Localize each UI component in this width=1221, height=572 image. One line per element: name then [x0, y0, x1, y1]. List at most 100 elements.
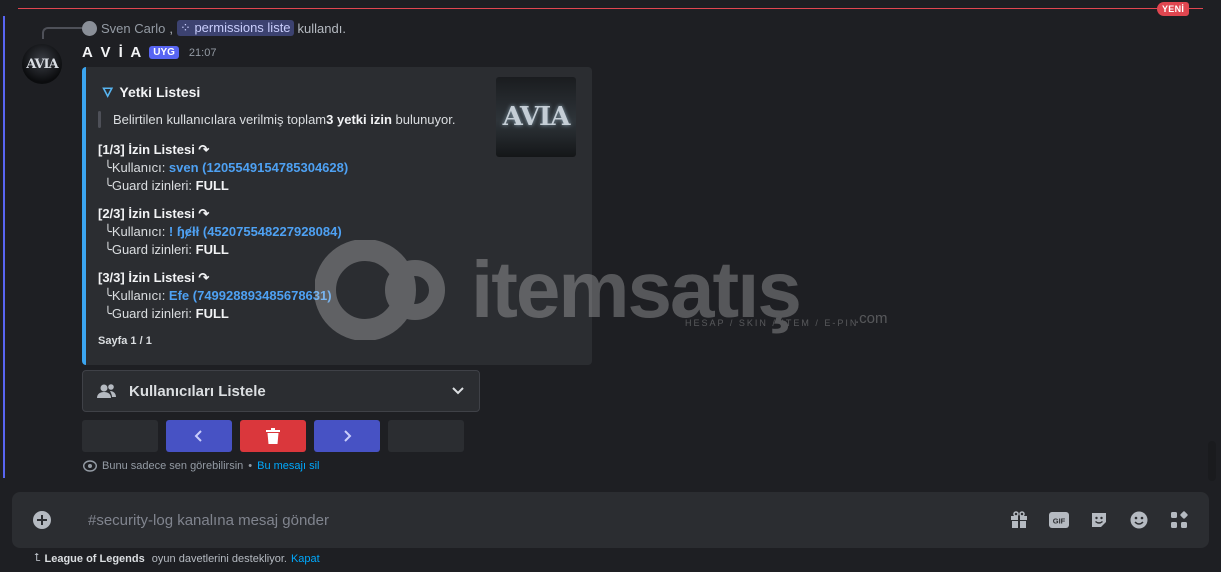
reply-avatar[interactable] — [82, 20, 97, 36]
previous-page-button[interactable] — [166, 420, 232, 452]
embed-title: 🜄 Yetki Listesi — [102, 79, 200, 105]
user-mention[interactable]: ! ɧɇłł (452075548227928084) — [169, 224, 342, 239]
branch-icon: ╰ — [104, 288, 112, 303]
dismiss-message-link[interactable]: Bu mesajı sil — [257, 460, 319, 472]
message-header: A V İ A UYG 21:07 — [82, 44, 216, 61]
emoji-button[interactable] — [1119, 511, 1159, 529]
app-tag: UYG — [149, 46, 179, 59]
author-avatar[interactable]: AVIA — [22, 44, 62, 84]
avatar-logo: AVIA — [26, 56, 58, 72]
guard-label: Guard izinleri: — [111, 242, 196, 257]
command-icon: ⁘ — [179, 20, 195, 35]
watermark-domain: .com — [855, 310, 888, 327]
message-input[interactable]: #security-log kanalına mesaj gönder — [88, 512, 999, 529]
entry-user-line: ╰Kullanıcı: sven (1205549154785304628) — [98, 159, 348, 177]
user-mention[interactable]: Efe (749928893485678631) — [169, 288, 332, 303]
apps-icon — [1171, 511, 1188, 528]
guard-label: Guard izinleri: — [111, 178, 196, 193]
branch-icon: ╰ — [104, 160, 112, 175]
reply-username[interactable]: Sven Carlo — [101, 21, 165, 36]
author-name[interactable]: A V İ A — [82, 44, 143, 61]
gift-icon — [1011, 511, 1027, 528]
reply-suffix: kullandı. — [297, 20, 346, 36]
permission-entry: [1/3] İzin Listesi ↷ ╰Kullanıcı: sven (1… — [98, 141, 348, 195]
permission-entry: [3/3] İzin Listesi ↷ ╰Kullanıcı: Efe (74… — [98, 269, 332, 323]
user-mention[interactable]: sven (1205549154785304628) — [169, 160, 348, 175]
thumbnail-logo: AVIA — [502, 102, 571, 132]
apps-button[interactable] — [1159, 511, 1199, 529]
activity-text: oyun davetlerini destekliyor. — [148, 552, 287, 565]
entry-guard-line: ╰Guard izinleri: FULL — [98, 305, 332, 323]
command-name: permissions liste — [194, 20, 291, 35]
guard-label: Guard izinleri: — [111, 306, 196, 321]
blockquote-bar — [98, 111, 101, 128]
reply-comma: , — [169, 20, 173, 36]
ephemeral-text: Bunu sadece sen görebilirsin — [102, 460, 244, 472]
watermark-subtitle: HESAP / SKIN / ITEM / E-PIN — [685, 318, 859, 328]
branch-icon: ╰ — [104, 224, 112, 239]
permission-entry: [2/3] İzin Listesi ↷ ╰Kullanıcı: ! ɧɇłł … — [98, 205, 342, 259]
delete-button[interactable] — [240, 420, 306, 452]
user-label: Kullanıcı: — [111, 160, 169, 175]
entry-user-line: ╰Kullanıcı: Efe (749928893485678631) — [98, 287, 332, 305]
ephemeral-notice: Bunu sadece sen görebilirsin • Bu mesajı… — [83, 460, 319, 472]
svg-text:GIF: GIF — [1053, 517, 1066, 526]
branch-icon: ╰ — [104, 178, 112, 193]
activity-invite-notice: ⮤ League of Legends oyun davetlerini des… — [34, 552, 320, 565]
next-page-button[interactable] — [314, 420, 380, 452]
entry-heading: [3/3] İzin Listesi ↷ — [98, 270, 210, 285]
branch-icon: ╰ — [104, 306, 112, 321]
entry-heading: [2/3] İzin Listesi ↷ — [98, 206, 210, 221]
smiley-icon — [1130, 511, 1148, 529]
droplets-icon: 🜄 — [102, 85, 114, 100]
guard-value: FULL — [195, 242, 229, 257]
plus-circle-icon — [33, 511, 51, 529]
eye-icon — [83, 460, 97, 472]
sticker-button[interactable] — [1079, 511, 1119, 529]
chevron-right-icon — [344, 430, 352, 442]
embed: 🜄 Yetki Listesi AVIA Belirtilen kullanıc… — [82, 67, 592, 365]
blank-button-right[interactable] — [388, 420, 464, 452]
reply-spine — [42, 27, 82, 39]
message-composer[interactable]: #security-log kanalına mesaj gönder GIF — [12, 492, 1209, 548]
gift-button[interactable] — [999, 511, 1039, 529]
command-context[interactable]: Sven Carlo, ⁘ permissions liste kullandı… — [82, 20, 346, 36]
chevron-down-icon — [452, 387, 464, 395]
slash-command-pill[interactable]: ⁘ permissions liste — [176, 20, 294, 36]
user-label: Kullanıcı: — [111, 224, 169, 239]
user-label: Kullanıcı: — [111, 288, 169, 303]
guard-value: FULL — [195, 306, 229, 321]
close-notice-link[interactable]: Kapat — [291, 553, 320, 565]
message-timestamp[interactable]: 21:07 — [189, 47, 217, 59]
entry-heading: [1/3] İzin Listesi ↷ — [98, 142, 210, 157]
ephemeral-separator: • — [248, 460, 253, 472]
entry-user-line: ╰Kullanıcı: ! ɧɇłł (452075548227928084) — [98, 223, 342, 241]
gif-button[interactable]: GIF — [1039, 512, 1079, 528]
gif-icon: GIF — [1049, 512, 1069, 528]
users-icon — [97, 384, 116, 398]
sticker-icon — [1092, 513, 1106, 527]
embed-description: Belirtilen kullanıcılara verilmiş toplam… — [98, 111, 456, 128]
guard-value: FULL — [195, 178, 229, 193]
trash-icon — [266, 428, 280, 444]
game-name: League of Legends — [44, 552, 145, 565]
entry-guard-line: ╰Guard izinleri: FULL — [98, 241, 342, 259]
description-pre: Belirtilen kullanıcılara verilmiş toplam — [113, 112, 327, 127]
entry-guard-line: ╰Guard izinleri: FULL — [98, 177, 348, 195]
embed-footer: Sayfa 1 / 1 — [98, 335, 152, 347]
branch-icon: ╰ — [104, 242, 112, 257]
embed-title-text: Yetki Listesi — [119, 84, 201, 100]
description-post: bulunuyor. — [391, 112, 456, 127]
embed-thumbnail[interactable]: AVIA — [496, 77, 576, 157]
blank-button-left[interactable] — [82, 420, 158, 452]
user-select-menu[interactable]: Kullanıcıları Listele — [82, 370, 480, 412]
mention-highlight-bar — [3, 16, 5, 478]
new-messages-badge: YENİ — [1157, 2, 1190, 16]
corner-arrow-icon: ⮤ — [34, 552, 41, 564]
select-label: Kullanıcıları Listele — [129, 382, 266, 400]
description-bold: 3 yetki izin — [326, 112, 392, 127]
scrollbar-thumb[interactable] — [1208, 441, 1216, 481]
upload-button[interactable] — [22, 510, 62, 530]
chevron-left-icon — [194, 430, 202, 442]
new-messages-divider — [18, 8, 1203, 9]
